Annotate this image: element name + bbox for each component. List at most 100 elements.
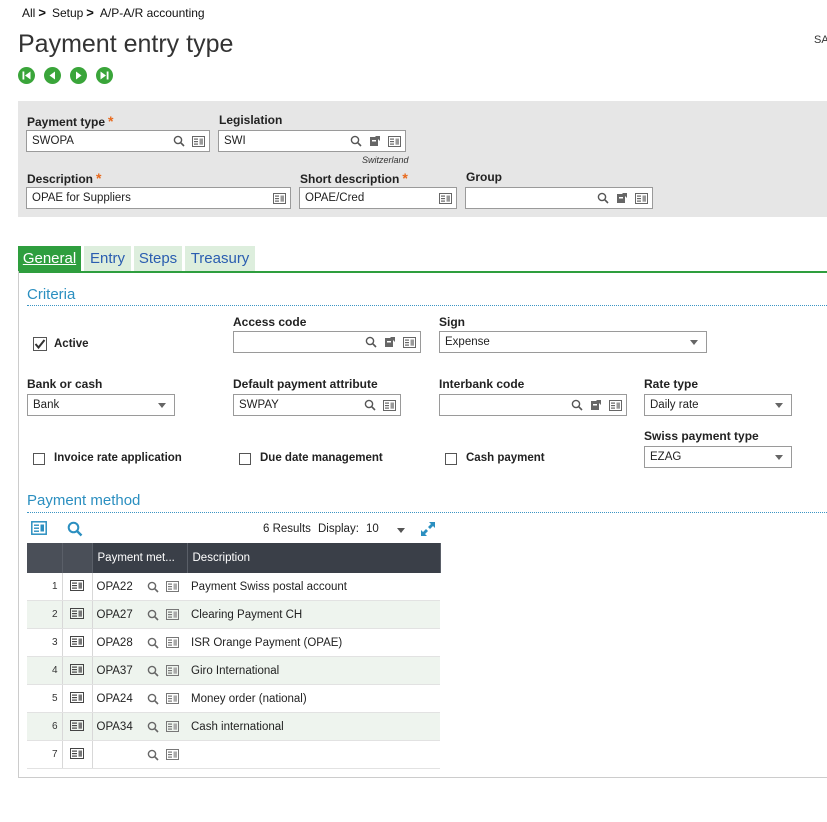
legislation-label: Legislation [219,113,283,127]
chevron-down-icon[interactable] [775,402,783,408]
row-detail-icon[interactable] [62,600,93,629]
row-detail-icon[interactable] [62,656,93,685]
rate-type-select[interactable]: Daily rate [644,394,792,416]
payment-method-cell[interactable]: OPA37 [91,656,187,685]
breadcrumb-ap-ar-accounting[interactable]: A/P-A/R accounting [100,6,205,20]
search-icon[interactable] [363,334,379,350]
jump-to-icon[interactable] [382,334,398,350]
chevron-down-icon[interactable] [397,528,405,533]
payment-method-cell[interactable]: OPA34 [91,712,187,741]
last-record-icon[interactable] [96,67,113,84]
search-icon[interactable] [569,397,585,413]
chevron-down-icon[interactable] [158,402,166,408]
grid-search-icon[interactable] [67,521,83,542]
row-detail-icon[interactable] [62,712,93,741]
payment-type-label: Payment type * [27,113,114,129]
row-detail-icon[interactable] [62,684,93,713]
default-payment-attribute-value: SWPAY [239,399,279,411]
rate-type-label: Rate type [644,377,699,391]
bank-or-cash-select[interactable]: Bank [27,394,175,416]
description-cell[interactable]: ISR Orange Payment (OPAE) [187,628,440,657]
detail-card-icon[interactable] [633,190,649,206]
search-icon[interactable] [348,133,364,149]
detail-card-icon[interactable] [164,635,180,651]
cash-payment-checkbox[interactable] [445,453,457,465]
search-icon[interactable] [145,579,161,595]
detail-card-icon[interactable] [164,579,180,595]
detail-card-icon[interactable] [401,334,417,350]
detail-card-icon[interactable] [271,190,287,206]
detail-card-icon[interactable] [386,133,402,149]
search-icon[interactable] [145,607,161,623]
first-record-icon[interactable] [18,67,35,84]
default-payment-attribute-field[interactable]: SWPAY [233,394,401,416]
jump-to-icon[interactable] [588,397,604,413]
legislation-field[interactable]: SWI [218,130,406,152]
description-cell[interactable]: Cash international [187,712,440,741]
chevron-down-icon[interactable] [690,339,698,345]
previous-record-icon[interactable] [44,67,61,84]
row-detail-icon[interactable] [62,573,93,601]
search-icon[interactable] [362,397,378,413]
chevron-down-icon[interactable] [775,454,783,460]
description-cell[interactable] [187,740,440,769]
row-detail-icon[interactable] [62,628,93,657]
jump-to-icon[interactable] [614,190,630,206]
grid-results-count: 6 Results [263,523,311,535]
breadcrumb-setup[interactable]: Setup [52,6,83,20]
detail-card-icon[interactable] [190,133,206,149]
short-description-field[interactable]: OPAE/Cred [299,187,457,209]
row-detail-icon[interactable] [62,740,93,769]
payment-method-cell[interactable]: OPA27 [91,600,187,629]
group-field[interactable] [465,187,653,209]
search-icon[interactable] [595,190,611,206]
detail-card-icon[interactable] [164,719,180,735]
sign-select[interactable]: Expense [439,331,707,353]
detail-card-icon[interactable] [164,747,180,763]
search-icon[interactable] [145,663,161,679]
swiss-payment-type-label: Swiss payment type [644,429,759,443]
search-icon[interactable] [145,747,161,763]
due-date-management-checkbox[interactable] [239,453,251,465]
tab-general[interactable]: General [18,246,81,271]
short-description-value: OPAE/Cred [305,192,365,204]
description-cell[interactable]: Clearing Payment CH [187,600,440,629]
payment-type-field[interactable]: SWOPA [26,130,210,152]
description-field[interactable]: OPAE for Suppliers [26,187,291,209]
description-cell[interactable]: Payment Swiss postal account [187,573,440,601]
interbank-code-field[interactable] [439,394,627,416]
payment-method-cell[interactable]: OPA28 [91,628,187,657]
next-record-icon[interactable] [70,67,87,84]
detail-card-icon[interactable] [164,607,180,623]
jump-to-icon[interactable] [367,133,383,149]
detail-card-icon[interactable] [164,663,180,679]
access-code-field[interactable] [233,331,421,353]
tab-treasury[interactable]: Treasury [185,246,255,271]
description-cell[interactable]: Money order (national) [187,684,440,713]
invoice-rate-application-checkbox[interactable] [33,453,45,465]
detail-card-icon[interactable] [381,397,397,413]
payment-method-cell[interactable] [91,740,187,769]
expand-icon[interactable] [420,521,436,542]
user-badge[interactable]: SA [814,34,827,46]
search-icon[interactable] [145,635,161,651]
search-icon[interactable] [145,719,161,735]
description-cell[interactable]: Giro International [187,656,440,685]
column-header-description[interactable]: Description [187,543,441,573]
grid-display-select[interactable]: 10 [366,523,379,535]
column-header-payment-method[interactable]: Payment met... [92,543,188,573]
search-icon[interactable] [171,133,187,149]
active-checkbox[interactable] [33,337,47,351]
tab-entry[interactable]: Entry [84,246,131,271]
swiss-payment-type-value: EZAG [650,451,682,463]
swiss-payment-type-select[interactable]: EZAG [644,446,792,468]
payment-method-cell[interactable]: OPA22 [91,573,187,601]
detail-card-icon[interactable] [437,190,453,206]
detail-card-icon[interactable] [607,397,623,413]
breadcrumb-all[interactable]: All [22,6,35,20]
payment-method-cell[interactable]: OPA24 [91,684,187,713]
search-icon[interactable] [145,691,161,707]
grid-detail-icon[interactable] [31,521,47,540]
tab-steps[interactable]: Steps [134,246,182,271]
detail-card-icon[interactable] [164,691,180,707]
